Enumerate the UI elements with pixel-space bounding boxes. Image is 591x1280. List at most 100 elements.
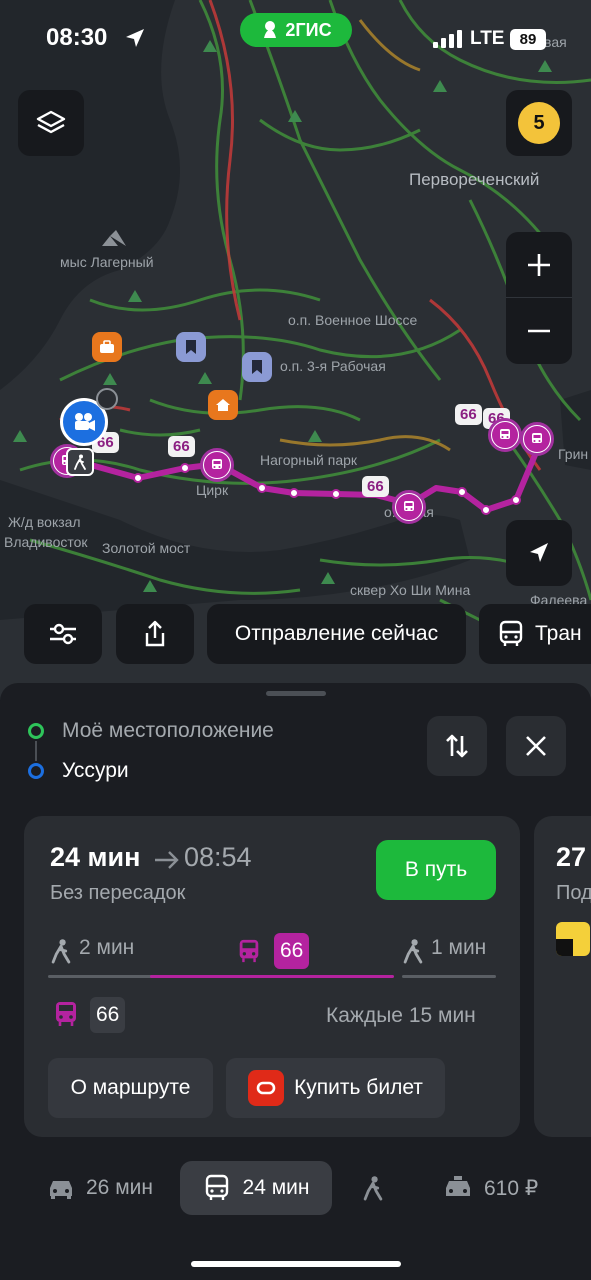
close-button[interactable] <box>506 716 566 776</box>
brand-name: 2ГИС <box>285 19 332 40</box>
home-indicator[interactable] <box>191 1261 401 1267</box>
bookmark-poi-icon[interactable] <box>242 352 272 382</box>
map-label-pervorechensky: Первореченский <box>409 170 540 189</box>
walk-end-bar <box>402 975 496 978</box>
mode-taxi[interactable]: 610 ₽ <box>442 1161 562 1215</box>
taxi-icon <box>446 1176 470 1196</box>
origin-dot-icon <box>28 723 44 739</box>
zoom-out-button[interactable] <box>506 298 572 364</box>
walk-end-duration: 1 мин <box>431 936 487 959</box>
route-option-card[interactable]: 24 мин 08:54 Без пересадок В путь 2 мин … <box>24 816 520 1137</box>
briefcase-poi-icon[interactable] <box>92 332 122 362</box>
peek-subtitle: Под <box>556 882 591 904</box>
route-duration: 24 мин <box>50 842 141 872</box>
bus-stop-icon[interactable] <box>488 418 522 452</box>
swap-icon <box>446 734 468 758</box>
swap-button[interactable] <box>427 716 487 776</box>
map-label-zolotoy-most: Золотой мост <box>102 540 191 556</box>
bus-stop-icon[interactable] <box>520 422 554 456</box>
notifications-button[interactable]: 5 <box>506 90 572 156</box>
arrival-time: 08:54 <box>184 842 252 872</box>
map-label-voennoe-shosse: о.п. Военное Шоссе <box>288 312 418 328</box>
zoom-in-button[interactable] <box>506 232 572 298</box>
frequency-info: Каждые 15 мин <box>326 1004 476 1027</box>
taxi-logo-icon <box>556 922 590 956</box>
filters-button[interactable] <box>24 604 102 664</box>
bookmark-poi-icon[interactable] <box>176 332 206 362</box>
sliders-icon <box>50 623 76 645</box>
mode-transit[interactable]: 24 мин <box>180 1161 332 1215</box>
walking-start-icon <box>66 448 94 476</box>
close-icon <box>526 736 546 756</box>
share-button[interactable] <box>116 604 194 664</box>
navigation-arrow-icon <box>530 543 548 562</box>
status-time: 08:30 <box>46 24 108 51</box>
buy-ticket-button[interactable]: Купить билет <box>226 1058 445 1118</box>
location-arrow-icon <box>126 29 144 47</box>
arrow-right-icon <box>155 851 179 869</box>
route-option-card-peek[interactable]: 27 Под <box>534 816 591 1137</box>
walk-start-duration: 2 мин <box>79 936 135 959</box>
minus-icon <box>528 329 550 333</box>
status-bar: 08:30 2ГИС LTE 89 <box>0 0 591 70</box>
ticket-logo-icon <box>248 1070 285 1106</box>
map-label-grin: Грин <box>558 446 589 462</box>
map-canvas <box>0 0 591 700</box>
destination-field[interactable]: Уссури <box>62 759 129 783</box>
route-sheet: Моё местоположение Уссури 24 мин 08:54 Б… <box>0 683 591 1280</box>
bus-icon <box>205 1174 228 1200</box>
about-route-button[interactable]: О маршруте <box>48 1058 213 1118</box>
home-poi-icon[interactable] <box>208 390 238 420</box>
bus-route-number: 66 <box>274 933 310 969</box>
bus-bar <box>150 975 394 978</box>
car-icon <box>50 1181 72 1199</box>
walking-icon <box>363 1176 383 1201</box>
destination-dot-icon <box>28 763 44 779</box>
bus-icon <box>239 939 259 963</box>
mode-transit-time: 24 мин <box>242 1176 310 1199</box>
map-label-skver: сквер Хо Ши Мина <box>350 582 471 598</box>
network-type: LTE <box>470 28 505 49</box>
walking-icon <box>51 939 71 964</box>
mode-car[interactable]: 26 мин <box>46 1161 166 1215</box>
transport-filter-label: Тран <box>535 622 582 645</box>
mode-walk[interactable] <box>362 1161 392 1215</box>
schedule-bus-number: 66 <box>90 997 126 1033</box>
layers-button[interactable] <box>18 90 84 156</box>
share-icon <box>145 620 165 647</box>
bus-icon <box>56 1002 76 1026</box>
mode-car-time: 26 мин <box>86 1176 153 1199</box>
bus-stop-icon[interactable] <box>392 490 426 524</box>
map-label-nagorny-park: Нагорный парк <box>260 452 358 468</box>
map-label-tsirk: Цирк <box>196 482 229 498</box>
walk-start-bar <box>48 975 166 978</box>
bus-stop-icon[interactable] <box>200 448 234 482</box>
my-location-button[interactable] <box>506 520 572 586</box>
map-label-mys-lagerny: мыс Лагерный <box>60 254 154 270</box>
buy-ticket-label: Купить билет <box>294 1076 423 1099</box>
clock-icon <box>96 388 118 410</box>
departure-time-button[interactable]: Отправление сейчас <box>207 604 466 664</box>
transport-filter-button[interactable]: Тран <box>479 604 591 664</box>
map-label-vladivostok: Владивосток <box>4 534 88 550</box>
sheet-handle[interactable] <box>266 691 326 696</box>
go-button[interactable]: В путь <box>376 840 496 900</box>
map-label-zhd-vokzal: Ж/д вокзал <box>8 514 81 530</box>
zoom-control[interactable] <box>506 232 572 364</box>
mode-taxi-price: 610 ₽ <box>484 1176 539 1200</box>
bus-icon <box>499 620 523 646</box>
map-view[interactable]: Первореченский мыс Лагерный о.п. Военное… <box>0 0 591 700</box>
route-chip-66[interactable]: 66 <box>168 436 195 457</box>
origin-field[interactable]: Моё местоположение <box>62 719 274 743</box>
peek-duration: 27 <box>556 842 587 872</box>
brand-badge[interactable]: 2ГИС <box>240 13 352 47</box>
route-chip-66[interactable]: 66 <box>455 404 482 425</box>
battery-level: 89 <box>510 29 546 50</box>
transfers-info: Без пересадок <box>50 882 186 904</box>
route-connector <box>35 741 37 761</box>
plus-icon <box>528 254 550 276</box>
route-chip-66[interactable]: 66 <box>362 476 389 497</box>
notifications-badge: 5 <box>518 102 560 144</box>
signal-icon <box>433 30 462 48</box>
brand-logo-icon <box>264 21 277 38</box>
